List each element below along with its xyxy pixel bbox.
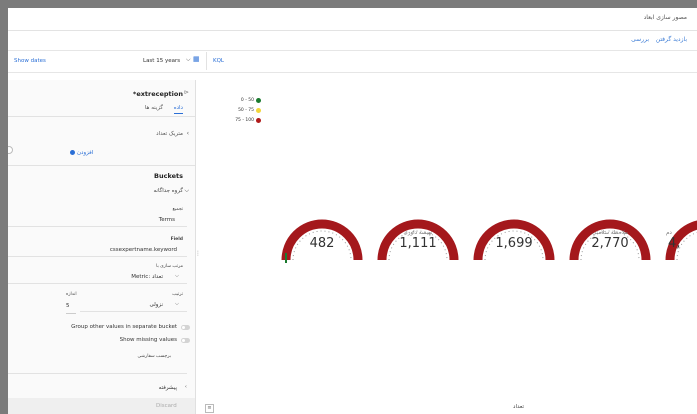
legend-dot [256, 118, 261, 123]
order-by-label: مرتب سازی با [156, 264, 183, 269]
gauge-value: 2,770 [591, 236, 629, 251]
drag-handle-icon[interactable]: ⋮ [195, 250, 201, 257]
group-label[interactable]: گروه جداگانه [153, 188, 183, 194]
aggregation-label: تجمیع [172, 207, 183, 212]
app-window: مصور سازی ابعاد بازدید گرفتن بررسی Show … [8, 8, 697, 414]
custom-label-label: برچسب سفارشی [137, 354, 172, 359]
legend-label: 50 - 75 [238, 108, 254, 113]
gauge-value: 482 [309, 236, 335, 251]
gauge-chart: 482 تهیسه داوری 1,111 1,699 ملاحظه سلامت… [276, 208, 697, 288]
gauge[interactable]: ملاحظه سلامتی 2,770 [564, 208, 656, 278]
advanced-toggle[interactable]: پیشرفته [159, 385, 177, 391]
calendar-icon[interactable]: ▦ [193, 55, 200, 63]
chevron-down-icon: ⌵ [174, 301, 179, 307]
tab-data[interactable]: داده [173, 105, 183, 114]
custom-label-input[interactable] [8, 361, 187, 374]
order-by-value: Metric: تعداد [131, 274, 163, 280]
gauge[interactable]: دم 4, [660, 208, 697, 278]
collapse-sidebar-icon[interactable]: ≡ [205, 404, 214, 413]
field-label: Field [170, 237, 183, 242]
time-range[interactable]: Last 15 years [143, 58, 180, 64]
legend-dot [256, 108, 261, 113]
buckets-heading: Buckets [154, 172, 183, 180]
chevron-left-icon[interactable]: ‹ [187, 130, 189, 137]
divider [206, 52, 207, 70]
gauge[interactable]: 1,699 [468, 208, 560, 278]
add-button-label: افزودن [77, 150, 94, 156]
toggle-missing-label: Show missing values [119, 337, 177, 343]
gauge-value: 1,699 [495, 236, 533, 251]
gauge[interactable]: 482 [276, 208, 368, 278]
collapse-icon[interactable]: ⊳ [184, 89, 189, 96]
field-select[interactable]: cssexpertname.keyword [8, 244, 187, 257]
x-axis-label: تعداد [513, 404, 525, 410]
aggregation-value: Terms [158, 217, 175, 223]
action-link-second[interactable]: بررسی [631, 36, 649, 43]
chevron-down-icon[interactable]: ⌵ [186, 56, 191, 64]
add-button[interactable]: افزودن [70, 150, 93, 156]
order-by-select[interactable]: ⌵ Metric: تعداد [8, 271, 187, 284]
order-label: ترتیب [172, 292, 183, 297]
chevron-left-icon[interactable]: ‹ [185, 384, 187, 390]
kql-button[interactable]: KQL [213, 58, 224, 64]
field-value: cssexpertname.keyword [109, 247, 177, 253]
tabs: داده گزینه ها [8, 102, 195, 117]
toggle-missing-values[interactable] [181, 338, 190, 343]
show-dates-button[interactable]: Show dates [14, 58, 46, 64]
divider [8, 165, 195, 166]
breadcrumb[interactable]: مصور سازی ابعاد [644, 14, 687, 21]
toggle-other-bucket[interactable] [181, 325, 190, 330]
order-select[interactable]: ⌵ نزولی [80, 299, 187, 312]
metric-label: متریک تعداد [156, 131, 183, 137]
legend-label: 0 - 50 [240, 98, 254, 103]
action-bar: بازدید گرفتن بررسی [8, 30, 697, 51]
size-label: اندازه [66, 292, 77, 297]
top-bar: مصور سازی ابعاد [8, 8, 697, 31]
gauge-value: 4, [668, 236, 681, 251]
editor-footer: Discard [8, 398, 195, 414]
index-pattern-title: *extreception [132, 90, 183, 98]
order-value: نزولی [149, 302, 163, 308]
action-link-first[interactable]: بازدید گرفتن [656, 36, 687, 43]
size-input[interactable]: 5 [66, 303, 76, 314]
gauge[interactable]: تهیسه داوری 1,111 [372, 208, 464, 278]
legend-dot [256, 98, 261, 103]
chevron-down-icon[interactable]: ⌵ [184, 187, 189, 195]
query-bar: Show dates Last 15 years ⌵ ▦ KQL [8, 50, 697, 73]
plus-icon [70, 150, 75, 155]
gauge-value: 1,111 [399, 236, 437, 251]
aggregation-select[interactable]: Terms [8, 214, 187, 227]
discard-button[interactable]: Discard [156, 403, 177, 409]
editor-sidebar: ⊳ *extreception داده گزینه ها ‹ متریک تع… [8, 80, 196, 414]
chevron-down-icon: ⌵ [174, 273, 179, 279]
toggle-other-label: Group other values in separate bucket [71, 324, 177, 330]
tab-options[interactable]: گزینه ها [145, 105, 163, 111]
legend-label: 75 - 100 [235, 118, 254, 123]
metric-row[interactable]: ‹ متریک تعداد [8, 128, 195, 142]
